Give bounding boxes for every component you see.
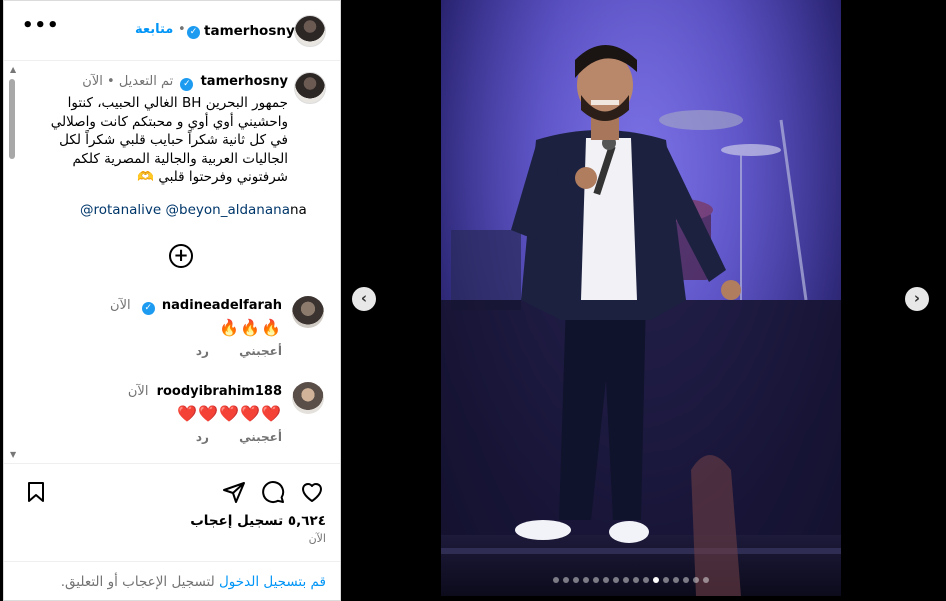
caption-author-avatar[interactable] [294,72,326,104]
carousel-dot [633,577,639,583]
verified-badge-icon: ✓ [180,78,194,91]
author-avatar[interactable] [294,15,326,47]
add-circle-icon[interactable]: + [169,244,193,268]
carousel-dot [593,577,599,583]
comment-item: nadineadelfarah ✓ الآن 🔥🔥🔥 أعجبني رد [20,296,330,366]
commenter-avatar[interactable] [292,296,324,328]
carousel-dot [603,577,609,583]
comment-item: roodyibrahim188 الآن ❤️❤️❤️❤️❤️ أعجبني ر… [20,382,330,452]
comment-header: nadineadelfarah ✓ الآن [110,298,282,315]
mention-link[interactable]: @beyon_aldanana [166,202,290,218]
carousel-dot [553,577,559,583]
comment-like-button[interactable]: أعجبني [239,344,282,358]
comment-text: 🔥🔥🔥 [219,318,282,337]
caption-header: tamerhosny ✓ تم التعديل • الآن [82,74,288,91]
caption-mentions: @rotanalive @beyon_aldananana [80,202,307,218]
comment-like-button[interactable]: أعجبني [239,430,282,444]
post-info-panel: ••• متابعة • ✓ tamerhosny ▲ ▼ tamerhosny… [3,0,341,601]
carousel-indicator [553,577,709,583]
caption-author-username[interactable]: tamerhosny [201,74,288,89]
carousel-dot [643,577,649,583]
comment-icon[interactable] [261,480,285,504]
carousel-dot [563,577,569,583]
carousel-dot [683,577,689,583]
comment-header: roodyibrahim188 الآن [128,384,282,399]
bookmark-icon[interactable] [24,480,48,504]
login-link[interactable]: قم بتسجيل الدخول [219,574,326,590]
next-photo-button[interactable]: › [905,287,929,311]
commenter-avatar[interactable] [292,382,324,414]
follow-button[interactable]: متابعة [135,22,173,37]
likes-count[interactable]: ٥,٦٢٤ تسجيل إعجاب [190,513,326,529]
carousel-dot [693,577,699,583]
post-time: الآن [308,532,326,545]
heart-icon[interactable] [300,480,324,504]
separator-dot: • [102,74,115,89]
comments-scroll-area[interactable]: tamerhosny ✓ تم التعديل • الآن جمهور الب… [4,62,340,462]
caption-time: الآن [82,74,103,89]
carousel-dot [583,577,589,583]
commenter-username[interactable]: roodyibrahim188 [157,384,282,399]
verified-badge-icon: ✓ [141,302,155,315]
previous-photo-button[interactable]: ‹ [352,287,376,311]
caption-text: جمهور البحرين BH الغالي الحبيب، كنتوا وا… [50,95,288,185]
mention-link[interactable]: @rotanalive [80,202,161,218]
carousel-dot [673,577,679,583]
send-icon[interactable] [222,480,246,504]
mention-suffix: na [289,202,307,218]
commenter-username[interactable]: nadineadelfarah [162,298,282,313]
carousel-dot [623,577,629,583]
login-prompt-text: قم بتسجيل الدخول لتسجيل الإعجاب أو التعل… [61,574,326,590]
post-photo[interactable] [441,0,841,596]
carousel-dot [663,577,669,583]
comment-time: الآن [127,384,149,399]
verified-badge-icon: ✓ [187,26,200,39]
separator-dot: • [178,22,186,37]
concert-photo [441,0,841,596]
carousel-dot [703,577,709,583]
author-username[interactable]: tamerhosny [204,23,295,39]
post-header: ••• متابعة • ✓ tamerhosny [4,1,340,61]
comment-actions: أعجبني رد [170,430,282,444]
comment-text: ❤️❤️❤️❤️❤️ [177,404,282,423]
comment-actions: أعجبني رد [170,344,282,358]
login-prompt: قم بتسجيل الدخول لتسجيل الإعجاب أو التعل… [4,561,340,601]
carousel-dot [613,577,619,583]
comment-time: الآن [110,298,131,313]
login-prompt-rest: لتسجيل الإعجاب أو التعليق. [60,574,219,590]
carousel-dot [573,577,579,583]
comment-reply-button[interactable]: رد [196,344,209,358]
post-dialog: ••• متابعة • ✓ tamerhosny ▲ ▼ tamerhosny… [0,0,946,601]
caption-edited-label: تم التعديل [118,74,174,89]
carousel-dot [653,577,659,583]
comment-reply-button[interactable]: رد [196,430,209,444]
more-options-button[interactable]: ••• [22,15,60,36]
